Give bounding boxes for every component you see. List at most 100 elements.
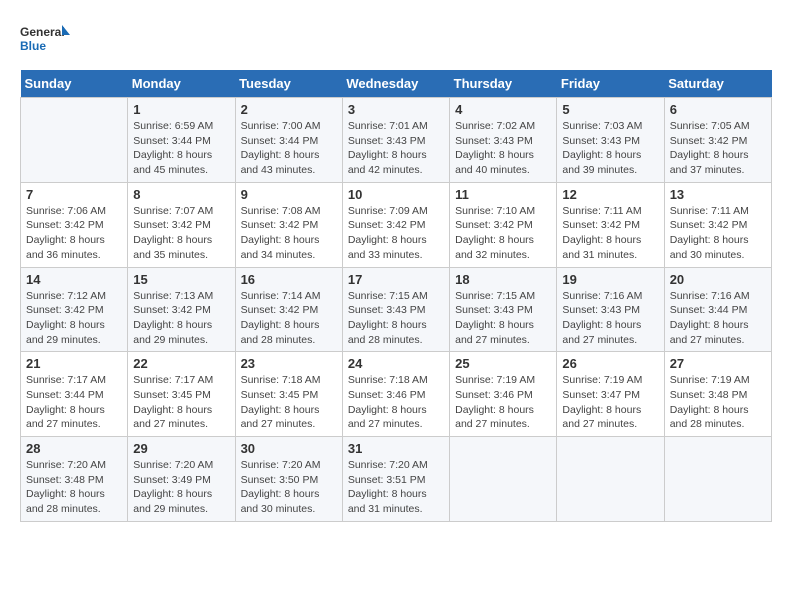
day-sun-info: Sunrise: 7:16 AMSunset: 3:44 PMDaylight:… bbox=[670, 289, 766, 348]
week-row-5: 28Sunrise: 7:20 AMSunset: 3:48 PMDayligh… bbox=[21, 437, 772, 522]
day-number: 31 bbox=[348, 441, 444, 456]
day-sun-info: Sunrise: 7:12 AMSunset: 3:42 PMDaylight:… bbox=[26, 289, 122, 348]
day-sun-info: Sunrise: 7:15 AMSunset: 3:43 PMDaylight:… bbox=[455, 289, 551, 348]
day-sun-info: Sunrise: 7:13 AMSunset: 3:42 PMDaylight:… bbox=[133, 289, 229, 348]
day-number: 25 bbox=[455, 356, 551, 371]
calendar-cell: 23Sunrise: 7:18 AMSunset: 3:45 PMDayligh… bbox=[235, 352, 342, 437]
calendar-cell: 4Sunrise: 7:02 AMSunset: 3:43 PMDaylight… bbox=[450, 98, 557, 183]
day-number: 29 bbox=[133, 441, 229, 456]
day-sun-info: Sunrise: 7:16 AMSunset: 3:43 PMDaylight:… bbox=[562, 289, 658, 348]
week-row-4: 21 Sunrise: 7:17 AMSunset: 3:44 PMDayligh… bbox=[21, 352, 772, 437]
calendar-cell: 6 Sunrise: 7:05 AMSunset: 3:42 PMDaylight… bbox=[664, 98, 771, 183]
calendar-cell: 11 Sunrise: 7:10 AMSunset: 3:42 PMDayligh… bbox=[450, 182, 557, 267]
day-sun-info: Sunrise: 7:20 AMSunset: 3:50 PMDaylight:… bbox=[241, 458, 337, 517]
day-number: 16 bbox=[241, 272, 337, 287]
day-number: 20 bbox=[670, 272, 766, 287]
day-number: 26 bbox=[562, 356, 658, 371]
calendar-cell: 18 Sunrise: 7:15 AMSunset: 3:43 PMDayligh… bbox=[450, 267, 557, 352]
day-sun-info: Sunrise: 6:59 AMSunset: 3:44 PMDaylight:… bbox=[133, 119, 229, 178]
day-number: 12 bbox=[562, 187, 658, 202]
calendar-cell: 8 Sunrise: 7:07 AMSunset: 3:42 PMDaylight… bbox=[128, 182, 235, 267]
day-number: 13 bbox=[670, 187, 766, 202]
day-number: 19 bbox=[562, 272, 658, 287]
week-row-3: 14 Sunrise: 7:12 AMSunset: 3:42 PMDayligh… bbox=[21, 267, 772, 352]
day-number: 17 bbox=[348, 272, 444, 287]
calendar-cell: 10Sunrise: 7:09 AMSunset: 3:42 PMDayligh… bbox=[342, 182, 449, 267]
calendar-cell: 22Sunrise: 7:17 AMSunset: 3:45 PMDayligh… bbox=[128, 352, 235, 437]
calendar-cell: 31 Sunrise: 7:20 AMSunset: 3:51 PMDayligh… bbox=[342, 437, 449, 522]
day-number: 14 bbox=[26, 272, 122, 287]
calendar-cell: 30Sunrise: 7:20 AMSunset: 3:50 PMDayligh… bbox=[235, 437, 342, 522]
calendar-cell: 9 Sunrise: 7:08 AMSunset: 3:42 PMDaylight… bbox=[235, 182, 342, 267]
calendar-cell: 17 Sunrise: 7:15 AMSunset: 3:43 PMDayligh… bbox=[342, 267, 449, 352]
calendar-cell: 25 Sunrise: 7:19 AMSunset: 3:46 PMDayligh… bbox=[450, 352, 557, 437]
day-sun-info: Sunrise: 7:03 AMSunset: 3:43 PMDaylight:… bbox=[562, 119, 658, 178]
header: General Blue bbox=[20, 20, 772, 60]
day-sun-info: Sunrise: 7:07 AMSunset: 3:42 PMDaylight:… bbox=[133, 204, 229, 263]
day-number: 7 bbox=[26, 187, 122, 202]
calendar-cell bbox=[557, 437, 664, 522]
day-number: 8 bbox=[133, 187, 229, 202]
day-sun-info: Sunrise: 7:17 AMSunset: 3:44 PMDaylight:… bbox=[26, 373, 122, 432]
day-number: 4 bbox=[455, 102, 551, 117]
logo-svg: General Blue bbox=[20, 20, 70, 60]
calendar-cell: 13 Sunrise: 7:11 AMSunset: 3:42 PMDayligh… bbox=[664, 182, 771, 267]
svg-text:Blue: Blue bbox=[20, 39, 46, 53]
calendar-cell: 5 Sunrise: 7:03 AMSunset: 3:43 PMDaylight… bbox=[557, 98, 664, 183]
day-sun-info: Sunrise: 7:18 AMSunset: 3:45 PMDaylight:… bbox=[241, 373, 337, 432]
calendar-cell bbox=[21, 98, 128, 183]
day-sun-info: Sunrise: 7:11 AMSunset: 3:42 PMDaylight:… bbox=[562, 204, 658, 263]
svg-text:General: General bbox=[20, 25, 65, 39]
day-sun-info: Sunrise: 7:08 AMSunset: 3:42 PMDaylight:… bbox=[241, 204, 337, 263]
day-sun-info: Sunrise: 7:15 AMSunset: 3:43 PMDaylight:… bbox=[348, 289, 444, 348]
calendar-cell: 24 Sunrise: 7:18 AMSunset: 3:46 PMDayligh… bbox=[342, 352, 449, 437]
logo: General Blue bbox=[20, 20, 70, 60]
calendar-cell: 20 Sunrise: 7:16 AMSunset: 3:44 PMDayligh… bbox=[664, 267, 771, 352]
calendar-cell: 28Sunrise: 7:20 AMSunset: 3:48 PMDayligh… bbox=[21, 437, 128, 522]
day-number: 18 bbox=[455, 272, 551, 287]
weekday-header-friday: Friday bbox=[557, 70, 664, 98]
calendar-cell: 21 Sunrise: 7:17 AMSunset: 3:44 PMDayligh… bbox=[21, 352, 128, 437]
day-sun-info: Sunrise: 7:19 AMSunset: 3:46 PMDaylight:… bbox=[455, 373, 551, 432]
day-number: 6 bbox=[670, 102, 766, 117]
day-number: 21 bbox=[26, 356, 122, 371]
day-sun-info: Sunrise: 7:01 AMSunset: 3:43 PMDaylight:… bbox=[348, 119, 444, 178]
day-sun-info: Sunrise: 7:10 AMSunset: 3:42 PMDaylight:… bbox=[455, 204, 551, 263]
weekday-header-row: SundayMondayTuesdayWednesdayThursdayFrid… bbox=[21, 70, 772, 98]
day-sun-info: Sunrise: 7:20 AMSunset: 3:51 PMDaylight:… bbox=[348, 458, 444, 517]
day-sun-info: Sunrise: 7:20 AMSunset: 3:49 PMDaylight:… bbox=[133, 458, 229, 517]
day-number: 24 bbox=[348, 356, 444, 371]
calendar-cell: 19 Sunrise: 7:16 AMSunset: 3:43 PMDayligh… bbox=[557, 267, 664, 352]
calendar-cell: 27 Sunrise: 7:19 AMSunset: 3:48 PMDayligh… bbox=[664, 352, 771, 437]
day-number: 9 bbox=[241, 187, 337, 202]
calendar-cell: 1Sunrise: 6:59 AMSunset: 3:44 PMDaylight… bbox=[128, 98, 235, 183]
day-sun-info: Sunrise: 7:11 AMSunset: 3:42 PMDaylight:… bbox=[670, 204, 766, 263]
calendar-cell: 26 Sunrise: 7:19 AMSunset: 3:47 PMDayligh… bbox=[557, 352, 664, 437]
day-sun-info: Sunrise: 7:18 AMSunset: 3:46 PMDaylight:… bbox=[348, 373, 444, 432]
calendar-cell: 15 Sunrise: 7:13 AMSunset: 3:42 PMDayligh… bbox=[128, 267, 235, 352]
calendar-cell: 14 Sunrise: 7:12 AMSunset: 3:42 PMDayligh… bbox=[21, 267, 128, 352]
day-number: 15 bbox=[133, 272, 229, 287]
calendar-cell bbox=[664, 437, 771, 522]
calendar-cell bbox=[450, 437, 557, 522]
day-sun-info: Sunrise: 7:19 AMSunset: 3:47 PMDaylight:… bbox=[562, 373, 658, 432]
day-sun-info: Sunrise: 7:19 AMSunset: 3:48 PMDaylight:… bbox=[670, 373, 766, 432]
day-number: 2 bbox=[241, 102, 337, 117]
day-number: 27 bbox=[670, 356, 766, 371]
calendar-cell: 3 Sunrise: 7:01 AMSunset: 3:43 PMDaylight… bbox=[342, 98, 449, 183]
day-number: 11 bbox=[455, 187, 551, 202]
day-sun-info: Sunrise: 7:00 AMSunset: 3:44 PMDaylight:… bbox=[241, 119, 337, 178]
day-number: 3 bbox=[348, 102, 444, 117]
day-sun-info: Sunrise: 7:20 AMSunset: 3:48 PMDaylight:… bbox=[26, 458, 122, 517]
day-sun-info: Sunrise: 7:06 AMSunset: 3:42 PMDaylight:… bbox=[26, 204, 122, 263]
weekday-header-saturday: Saturday bbox=[664, 70, 771, 98]
calendar-cell: 12 Sunrise: 7:11 AMSunset: 3:42 PMDayligh… bbox=[557, 182, 664, 267]
day-number: 5 bbox=[562, 102, 658, 117]
weekday-header-tuesday: Tuesday bbox=[235, 70, 342, 98]
calendar-cell: 29 Sunrise: 7:20 AMSunset: 3:49 PMDayligh… bbox=[128, 437, 235, 522]
calendar-cell: 7 Sunrise: 7:06 AMSunset: 3:42 PMDaylight… bbox=[21, 182, 128, 267]
week-row-2: 7 Sunrise: 7:06 AMSunset: 3:42 PMDaylight… bbox=[21, 182, 772, 267]
calendar-cell: 2 Sunrise: 7:00 AMSunset: 3:44 PMDaylight… bbox=[235, 98, 342, 183]
day-sun-info: Sunrise: 7:05 AMSunset: 3:42 PMDaylight:… bbox=[670, 119, 766, 178]
day-number: 22 bbox=[133, 356, 229, 371]
